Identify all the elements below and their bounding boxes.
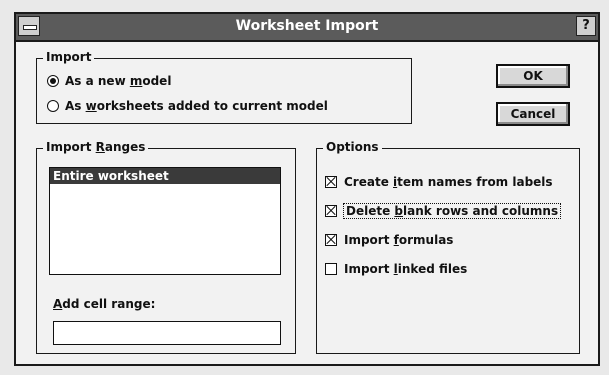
checkbox-create-item-names-label: Create item names from labels — [344, 175, 553, 189]
cancel-button[interactable]: Cancel — [496, 102, 570, 126]
help-button[interactable]: ? — [576, 16, 596, 36]
add-cell-range-input[interactable] — [53, 321, 281, 345]
checkbox-import-linked-files[interactable]: Import linked files — [325, 262, 467, 276]
radio-add-worksheets-label: As worksheets added to current model — [65, 99, 328, 113]
radio-add-worksheets[interactable]: As worksheets added to current model — [47, 99, 328, 113]
radio-new-model-dot[interactable] — [47, 75, 59, 87]
checkbox-create-item-names[interactable]: Create item names from labels — [325, 175, 553, 189]
options-group: Options Create item names from labels De… — [316, 140, 580, 354]
checkbox-import-formulas-box[interactable] — [325, 234, 337, 246]
radio-new-model[interactable]: As a new model — [47, 74, 171, 88]
list-item[interactable]: Entire worksheet — [50, 168, 280, 184]
checkbox-import-linked-files-label: Import linked files — [344, 262, 468, 276]
checkbox-delete-blank-rows-box[interactable] — [325, 205, 337, 217]
checkbox-import-formulas-label: Import formulas — [344, 233, 454, 247]
dialog-title: Worksheet Import — [235, 18, 379, 34]
checkbox-import-linked-files-box[interactable] — [325, 263, 337, 275]
worksheet-import-dialog: Worksheet Import ? Import As a new model… — [14, 12, 600, 366]
add-cell-range-label: Add cell range: — [53, 297, 156, 311]
checkbox-create-item-names-box[interactable] — [325, 176, 337, 188]
title-bar[interactable]: Worksheet Import ? — [16, 14, 598, 42]
ranges-list[interactable]: Entire worksheet — [49, 167, 281, 275]
import-group: Import As a new model As worksheets adde… — [36, 50, 412, 124]
checkbox-delete-blank-rows-label: Delete blank rows and columns — [342, 203, 562, 219]
checkbox-delete-blank-rows[interactable]: Delete blank rows and columns — [325, 203, 562, 219]
import-ranges-label: Import Ranges — [43, 140, 149, 154]
radio-new-model-label: As a new model — [65, 74, 172, 88]
radio-add-worksheets-dot[interactable] — [47, 100, 59, 112]
ok-button[interactable]: OK — [496, 64, 570, 88]
import-group-label: Import — [43, 50, 95, 64]
options-group-label: Options — [323, 140, 382, 154]
checkbox-import-formulas[interactable]: Import formulas — [325, 233, 453, 247]
import-ranges-group: Import Ranges Entire worksheet Add cell … — [36, 140, 296, 354]
